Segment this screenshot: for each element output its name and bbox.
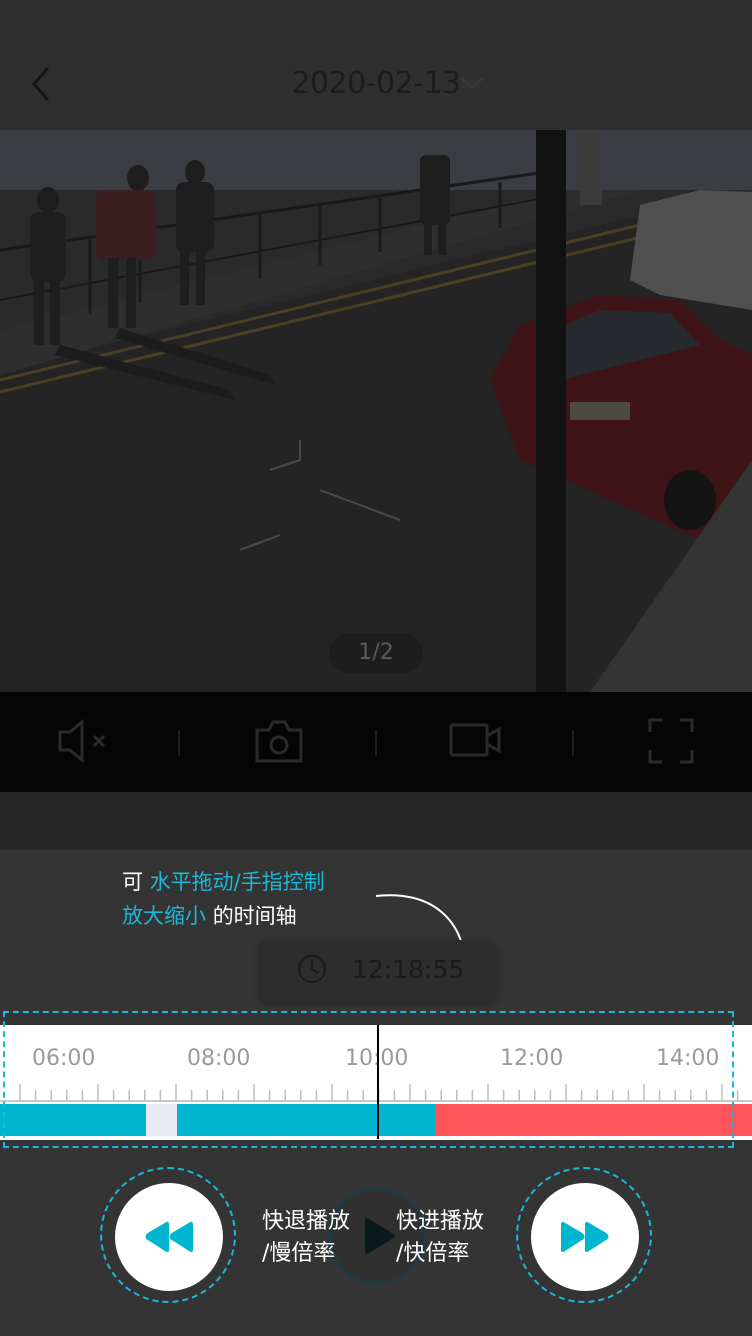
forward-label-line-1: 快进播放 — [396, 1209, 485, 1234]
mute-button[interactable] — [56, 718, 110, 764]
current-time: 12:18:55 — [352, 955, 465, 984]
chevron-down-icon — [460, 77, 484, 90]
fullscreen-icon — [648, 718, 694, 764]
rewind-label-line-2: /慢倍率 — [262, 1241, 336, 1266]
record-button[interactable] — [448, 720, 502, 760]
video-player[interactable] — [0, 130, 752, 692]
timeline-highlight-box — [3, 1011, 734, 1148]
date-title[interactable]: 2020-02-13 — [0, 66, 752, 101]
forward-label: 快进播放 /快倍率 — [396, 1206, 484, 1270]
annotation-line-1: 可 水平拖动/手指控制 — [122, 866, 325, 896]
annotation-prefix: 可 — [122, 870, 143, 894]
date-dropdown-toggle[interactable] — [458, 74, 486, 92]
header-bar — [0, 0, 752, 130]
annotation-highlight-1: 水平拖动/手指控制 — [149, 870, 325, 894]
camera-icon — [255, 720, 303, 763]
divider-band — [0, 792, 752, 850]
clock-icon — [296, 953, 328, 985]
forward-label-line-2: /快倍率 — [396, 1241, 470, 1266]
mute-icon — [58, 718, 106, 764]
snapshot-button[interactable] — [254, 718, 304, 764]
rewind-button[interactable] — [115, 1183, 223, 1291]
fullscreen-button[interactable] — [648, 718, 694, 764]
rewind-label: 快退播放 /慢倍率 — [262, 1206, 350, 1270]
toolbar-divider — [375, 730, 377, 756]
annotation-line-2: 放大缩小 的时间轴 — [122, 900, 297, 930]
video-record-icon — [449, 723, 501, 757]
toolbar-divider — [178, 730, 180, 756]
annotation-suffix: 的时间轴 — [212, 904, 297, 928]
fast-forward-button[interactable] — [531, 1183, 639, 1291]
rewind-icon — [145, 1222, 193, 1252]
fast-forward-icon — [561, 1222, 609, 1252]
video-frame — [0, 130, 752, 692]
rewind-label-line-1: 快退播放 — [262, 1209, 351, 1234]
page-indicator: 1/2 — [329, 633, 423, 673]
annotation-highlight-2: 放大缩小 — [122, 904, 206, 928]
toolbar-divider — [572, 730, 574, 756]
